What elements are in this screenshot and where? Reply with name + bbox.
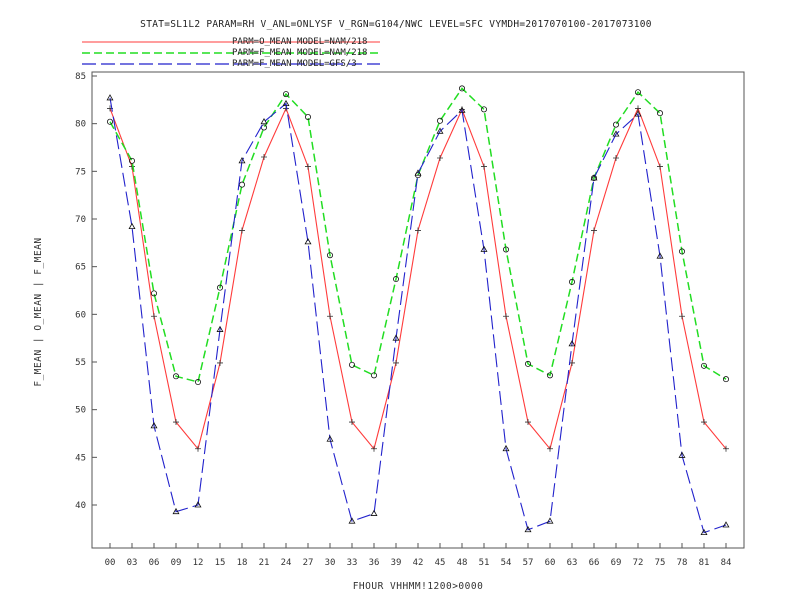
- series-0: [107, 105, 729, 452]
- x-tick-label-66: 66: [589, 558, 600, 568]
- x-tick-label-21: 21: [259, 558, 270, 568]
- y-tick-label-55: 55: [75, 358, 86, 368]
- y-tick-label-45: 45: [75, 453, 86, 463]
- point-s1-00: [107, 118, 114, 125]
- point-s2-27: [304, 238, 312, 245]
- x-tick-label-69: 69: [611, 558, 622, 568]
- x-tick-label-63: 63: [567, 558, 578, 568]
- series-line-2: [109, 97, 727, 534]
- point-s2-36: [370, 509, 378, 516]
- y-axis-label: F_MEAN | O_MEAN | F_MEAN: [33, 237, 44, 386]
- y-tick-label-75: 75: [75, 167, 86, 177]
- point-s0-18: [239, 227, 245, 234]
- legend-item-o-mean-nam: PARM=O_MEAN MODEL=NAM/218: [82, 37, 380, 47]
- y-axis: 40 45 50 55 60 65 70 75 80 85: [75, 72, 97, 511]
- x-axis: 00 03 06 09 12 15 18 21 24 27 30 33 36 39 42 45 48 51 54 57…: [105, 543, 732, 568]
- point-s1-33: [348, 361, 355, 368]
- x-tick-label-39: 39: [391, 558, 402, 568]
- point-s0-30: [327, 313, 333, 320]
- point-s1-75: [657, 110, 664, 117]
- series-line-1: [109, 87, 727, 383]
- x-tick-label-36: 36: [369, 558, 380, 568]
- x-tick-label-81: 81: [699, 558, 710, 568]
- point-s0-51: [481, 163, 487, 170]
- x-tick-label-78: 78: [677, 558, 688, 568]
- x-tick-label-72: 72: [633, 558, 644, 568]
- point-s0-69: [613, 154, 619, 161]
- series-line-0: [109, 106, 727, 450]
- point-s0-66: [591, 227, 597, 234]
- point-s0-75: [657, 163, 663, 170]
- point-s1-45: [436, 117, 443, 124]
- point-s0-45: [437, 154, 443, 161]
- legend-label-f-mean-gfs: PARM=F_MEAN MODEL=GFS/3: [232, 59, 357, 69]
- x-tick-label-18: 18: [237, 558, 248, 568]
- chart-title: STAT=SL1L2 PARAM=RH V_ANL=ONLYSF V_RGN=G…: [140, 19, 652, 30]
- x-tick-label-06: 06: [149, 558, 160, 568]
- y-tick-label-50: 50: [75, 406, 86, 416]
- x-tick-label-15: 15: [215, 558, 226, 568]
- x-tick-label-03: 03: [127, 558, 138, 568]
- point-s0-78: [679, 313, 685, 320]
- series-1: [107, 85, 730, 386]
- x-tick-label-30: 30: [325, 558, 336, 568]
- y-tick-label-60: 60: [75, 310, 86, 320]
- x-tick-label-84: 84: [721, 558, 732, 568]
- y-tick-label-80: 80: [75, 120, 86, 130]
- x-tick-label-57: 57: [523, 558, 534, 568]
- legend-item-f-mean-nam: PARM=F_MEAN MODEL=NAM/218: [82, 48, 380, 58]
- y-tick-label-85: 85: [75, 72, 86, 82]
- y-tick-label-65: 65: [75, 263, 86, 273]
- x-tick-label-27: 27: [303, 558, 314, 568]
- x-tick-label-42: 42: [413, 558, 424, 568]
- x-tick-label-09: 09: [171, 558, 182, 568]
- point-s0-39: [393, 359, 399, 366]
- point-s0-21: [261, 154, 267, 161]
- point-s2-60: [546, 517, 554, 524]
- legend-label-o-mean-nam: PARM=O_MEAN MODEL=NAM/218: [232, 37, 367, 47]
- point-s0-54: [503, 313, 509, 320]
- x-tick-label-60: 60: [545, 558, 556, 568]
- legend: PARM=O_MEAN MODEL=NAM/218 PARM=F_MEAN MO…: [82, 37, 380, 69]
- y-tick-label-40: 40: [75, 501, 86, 511]
- point-s0-06: [151, 313, 157, 320]
- x-axis-label: FHOUR VHHMM!1200>0000: [353, 581, 484, 592]
- legend-label-f-mean-nam: PARM=F_MEAN MODEL=NAM/218: [232, 48, 367, 58]
- x-tick-label-54: 54: [501, 558, 512, 568]
- x-tick-label-00: 00: [105, 558, 116, 568]
- x-tick-label-48: 48: [457, 558, 468, 568]
- series-2: [106, 94, 730, 536]
- x-tick-label-12: 12: [193, 558, 204, 568]
- x-tick-label-51: 51: [479, 558, 490, 568]
- x-tick-label-24: 24: [281, 558, 292, 568]
- point-s1-18: [238, 181, 245, 188]
- point-s0-27: [305, 163, 311, 170]
- point-s0-15: [217, 359, 223, 366]
- point-s1-69: [613, 121, 620, 128]
- point-s2-84: [722, 521, 730, 528]
- x-tick-label-45: 45: [435, 558, 446, 568]
- point-s1-51: [480, 106, 487, 113]
- x-tick-label-33: 33: [347, 558, 358, 568]
- point-s0-42: [415, 227, 421, 234]
- y-tick-label-70: 70: [75, 215, 86, 225]
- chart: STAT=SL1L2 PARAM=RH V_ANL=ONLYSF V_RGN=G…: [33, 19, 745, 592]
- legend-item-f-mean-gfs: PARM=F_MEAN MODEL=GFS/3: [82, 59, 380, 69]
- x-tick-label-75: 75: [655, 558, 666, 568]
- series-layer: [106, 85, 730, 536]
- plot-frame: [91, 71, 745, 549]
- point-s2-03: [128, 222, 136, 230]
